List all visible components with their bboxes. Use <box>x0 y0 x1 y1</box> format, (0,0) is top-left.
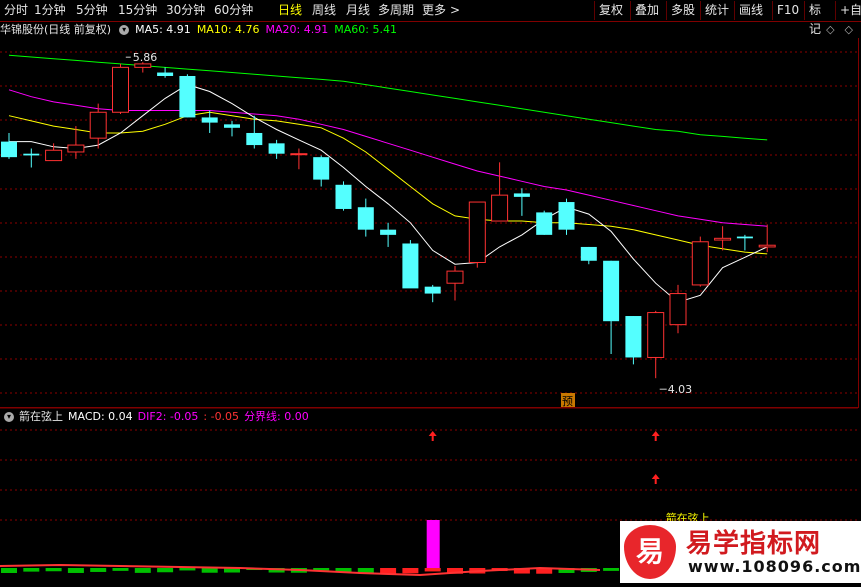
macd-histogram-bar <box>112 568 129 571</box>
macd-histogram-bar <box>67 568 84 573</box>
candle-body-down <box>558 202 575 230</box>
kline-chart[interactable]: 5.864.03预箭在弦上 <box>0 0 861 587</box>
macd-histogram-bar <box>134 568 151 573</box>
ma5-line <box>9 84 768 303</box>
candle-body-up <box>45 149 63 162</box>
signal-arrow-icon <box>651 474 660 484</box>
candle-body-down <box>201 117 218 123</box>
macd-histogram-bar <box>157 568 174 573</box>
candle-body-down <box>603 260 620 322</box>
candle-body-up <box>290 153 308 156</box>
macd-histogram-bar <box>201 568 218 573</box>
candle-body-down <box>224 124 240 128</box>
candle-body-down <box>580 246 597 261</box>
candle-body-down <box>157 72 174 76</box>
candle-body-down <box>513 193 530 197</box>
candle-body-down <box>1 141 17 158</box>
macd-histogram-bar <box>1 568 17 573</box>
macd-histogram-bar <box>45 568 62 572</box>
candle-body-up <box>67 144 85 153</box>
macd-histogram-bar <box>179 568 196 571</box>
macd-histogram-bar <box>402 568 419 574</box>
candle-body-down <box>736 236 753 239</box>
min-price-label: 4.03 <box>668 383 693 396</box>
candle-body-down <box>179 75 196 118</box>
candle-body-down <box>246 132 263 146</box>
macd-histogram-bar <box>603 568 620 571</box>
macd-histogram-bar <box>90 568 107 572</box>
candle-body-up <box>446 270 464 284</box>
signal-arrow-icon <box>428 431 437 441</box>
max-price-label: 5.86 <box>133 51 158 64</box>
candle-body-up <box>647 312 665 358</box>
candle-body-down <box>625 316 642 358</box>
watermark-logo: 易 <box>624 525 676 579</box>
dif-line <box>0 563 601 577</box>
candle-body-up <box>89 111 107 139</box>
candle-body-down <box>23 153 40 156</box>
candle-body-down <box>335 184 352 209</box>
candle-body-up <box>714 237 732 241</box>
macd-histogram-bar <box>424 568 441 572</box>
watermark: 易 易学指标网 www.108096.com <box>620 521 861 583</box>
macd-signal-bar <box>426 520 440 568</box>
candle-body-up <box>112 66 129 113</box>
candle-body-down <box>424 286 441 294</box>
candle-body-up <box>134 63 152 68</box>
candle-body-up <box>669 293 687 326</box>
watermark-title: 易学指标网 <box>686 529 822 559</box>
candle-body-up <box>691 241 709 286</box>
candle-body-down <box>357 207 374 230</box>
candle-body-down <box>536 212 553 235</box>
candle-body-down <box>313 157 330 180</box>
candle-body-up <box>491 194 509 222</box>
candle-body-up <box>758 244 776 248</box>
signal-arrow-icon <box>651 431 660 441</box>
candle-body-down <box>402 243 419 289</box>
candle-body-up <box>468 201 486 263</box>
watermark-url: www.108096.com <box>688 557 861 576</box>
candle-body-down <box>268 143 285 154</box>
forecast-marker-label: 预 <box>562 395 573 408</box>
macd-histogram-bar <box>23 568 40 572</box>
candle-body-down <box>380 229 397 235</box>
